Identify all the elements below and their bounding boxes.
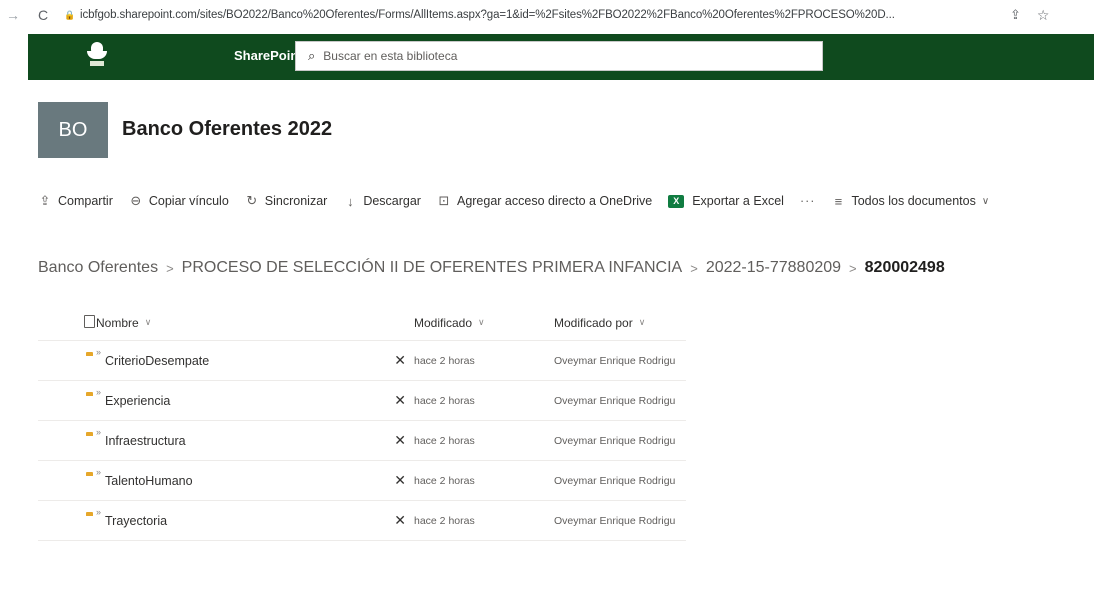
export-excel-label: Exportar a Excel [692, 194, 784, 208]
excel-icon: X [668, 194, 685, 208]
modified-by-value[interactable]: Oveymar Enrique Rodrigu [554, 475, 686, 487]
breadcrumb-item[interactable]: PROCESO DE SELECCIÓN II DE OFERENTES PRI… [182, 259, 683, 277]
download-icon: ↓ [347, 193, 354, 209]
sync-status-icon: ✕ [394, 392, 406, 408]
modified-value: hace 2 horas [414, 514, 475, 527]
document-icon [84, 314, 95, 328]
shared-icon: » [96, 346, 102, 357]
sync-status-icon: ✕ [394, 352, 406, 368]
modified-value: hace 2 horas [414, 434, 475, 447]
browser-address-bar: → C 🔒 icbfgob.sharepoint.com/sites/BO202… [0, 0, 1094, 30]
breadcrumb-separator-icon: > [690, 260, 698, 276]
file-type-header[interactable] [38, 314, 96, 331]
name-header-label: Nombre [96, 315, 139, 330]
modified-value: hace 2 horas [414, 354, 475, 367]
reload-icon[interactable]: C [34, 7, 52, 23]
url-field[interactable]: icbfgob.sharepoint.com/sites/BO2022/Banc… [80, 9, 1000, 21]
file-list: Nombre ∨ Modificado ∨ Modificado por ∨ »… [38, 305, 686, 541]
list-item[interactable]: » Trayectoria ✕ hace 2 horas Oveymar Enr… [38, 501, 686, 541]
site-title[interactable]: Banco Oferentes 2022 [122, 118, 332, 141]
share-icon: ⇪ [39, 193, 51, 208]
modified-by-column-header[interactable]: Modificado por ∨ [554, 316, 686, 330]
share-page-icon[interactable]: ⇪ [1010, 7, 1021, 23]
chevron-down-icon: ∨ [638, 317, 646, 327]
modified-column-header[interactable]: Modificado ∨ [414, 316, 554, 330]
shared-icon: » [96, 426, 102, 437]
download-button[interactable]: ↓ Descargar [343, 194, 421, 209]
modified-by-value[interactable]: Oveymar Enrique Rodrigu [554, 435, 686, 447]
back-arrow-icon[interactable]: → [4, 7, 22, 23]
lock-icon: 🔒 [64, 9, 76, 20]
sync-status-icon: ✕ [394, 512, 406, 528]
sync-label: Sincronizar [264, 194, 328, 208]
folder-name[interactable]: Experiencia [105, 394, 170, 408]
shortcut-icon: ⊡ [438, 193, 450, 208]
export-excel-button[interactable]: X Exportar a Excel [668, 194, 784, 208]
command-bar: ⇪ Compartir ⊖ Copiar vínculo ↻ Sincroniz… [38, 189, 1005, 213]
share-button[interactable]: ⇪ Compartir [38, 193, 113, 209]
folder-name[interactable]: TalentoHumano [105, 474, 193, 488]
modified-header-label: Modificado [414, 315, 473, 330]
search-icon: ⌕ [308, 48, 316, 63]
download-label: Descargar [363, 194, 421, 208]
view-lines-icon: ≡ [834, 193, 843, 209]
site-initials: BO [58, 118, 88, 141]
add-shortcut-button[interactable]: ⊡ Agregar acceso directo a OneDrive [437, 193, 653, 209]
chevron-down-icon: ∨ [144, 317, 152, 327]
bookmark-star-icon[interactable]: ☆ [1037, 7, 1050, 24]
folder-name[interactable]: CriterioDesempate [105, 354, 209, 368]
folder-name[interactable]: Infraestructura [105, 434, 186, 448]
suite-bar: SharePoint ⌕ Buscar en esta biblioteca [28, 34, 1094, 80]
modified-by-value[interactable]: Oveymar Enrique Rodrigu [554, 395, 686, 407]
chevron-down-icon: ∨ [478, 317, 485, 327]
more-button[interactable]: ··· [800, 194, 816, 208]
sync-status-icon: ✕ [394, 472, 406, 488]
list-item[interactable]: » CriterioDesempate ✕ hace 2 horas Oveym… [38, 341, 686, 381]
search-placeholder: Buscar en esta biblioteca [323, 49, 458, 63]
view-selector[interactable]: ≡ Todos los documentos ∨ [831, 193, 990, 209]
breadcrumb: Banco Oferentes > PROCESO DE SELECCIÓN I… [38, 259, 945, 277]
organization-logo-icon[interactable] [87, 42, 107, 68]
link-icon: ⊖ [130, 193, 142, 208]
list-item[interactable]: » Infraestructura ✕ hace 2 horas Oveymar… [38, 421, 686, 461]
search-input[interactable]: ⌕ Buscar en esta biblioteca [295, 41, 823, 71]
modified-by-value[interactable]: Oveymar Enrique Rodrigu [554, 515, 686, 527]
breadcrumb-separator-icon: > [849, 260, 857, 276]
breadcrumb-item[interactable]: Banco Oferentes [38, 259, 158, 277]
list-item[interactable]: » TalentoHumano ✕ hace 2 horas Oveymar E… [38, 461, 686, 501]
breadcrumb-current: 820002498 [864, 259, 945, 276]
breadcrumb-separator-icon: > [166, 260, 174, 276]
name-column-header[interactable]: Nombre ∨ [96, 316, 414, 330]
modified-by-value[interactable]: Oveymar Enrique Rodrigu [554, 355, 686, 367]
copy-link-label: Copiar vínculo [148, 194, 229, 208]
shared-icon: » [96, 506, 102, 517]
shared-icon: » [96, 466, 102, 477]
modified-value: hace 2 horas [414, 394, 475, 407]
list-header: Nombre ∨ Modificado ∨ Modificado por ∨ [38, 305, 686, 341]
folder-name[interactable]: Trayectoria [105, 514, 167, 528]
sync-icon: ↻ [246, 193, 258, 208]
share-label: Compartir [58, 194, 113, 208]
modified-value: hace 2 horas [414, 474, 475, 487]
sync-status-icon: ✕ [394, 432, 406, 448]
chevron-down-icon: ∨ [981, 195, 990, 207]
breadcrumb-item[interactable]: 2022-15-77880209 [706, 259, 841, 277]
add-shortcut-label: Agregar acceso directo a OneDrive [456, 194, 653, 208]
sharepoint-brand-link[interactable]: SharePoint [234, 48, 303, 63]
modified-by-header-label: Modificado por [554, 315, 633, 330]
list-item[interactable]: » Experiencia ✕ hace 2 horas Oveymar Enr… [38, 381, 686, 421]
sync-button[interactable]: ↻ Sincronizar [245, 193, 328, 209]
site-logo[interactable]: BO [38, 102, 108, 158]
shared-icon: » [96, 386, 102, 397]
copy-link-button[interactable]: ⊖ Copiar vínculo [129, 193, 229, 209]
view-label: Todos los documentos [851, 194, 976, 208]
